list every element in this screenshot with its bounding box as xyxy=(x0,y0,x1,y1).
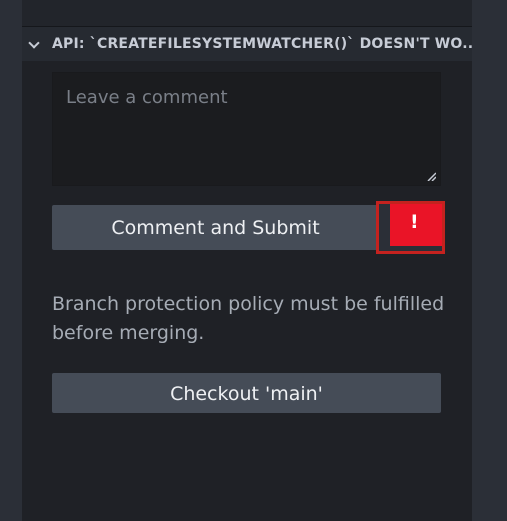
comment-textarea[interactable]: Leave a comment xyxy=(52,72,441,186)
comment-placeholder: Leave a comment xyxy=(66,87,228,108)
checkout-main-button[interactable]: Checkout 'main' xyxy=(52,373,441,413)
section-header[interactable]: API: `CREATEFILESYSTEMWATCHER()` DOESN'T… xyxy=(22,27,472,61)
previous-section-strip xyxy=(22,0,472,27)
alert-notch-bottom xyxy=(379,246,442,251)
resize-grip-icon[interactable] xyxy=(426,171,436,181)
alert-icon: ! xyxy=(410,211,419,233)
chevron-down-icon[interactable] xyxy=(28,37,40,49)
alert-notch xyxy=(379,204,390,251)
branch-protection-message: Branch protection policy must be fulfill… xyxy=(52,293,445,344)
section-title: API: `CREATEFILESYSTEMWATCHER()` DOESN'T… xyxy=(52,36,472,52)
submit-alert-button[interactable]: ! xyxy=(376,201,445,254)
comment-and-submit-button[interactable]: Comment and Submit xyxy=(52,205,379,250)
